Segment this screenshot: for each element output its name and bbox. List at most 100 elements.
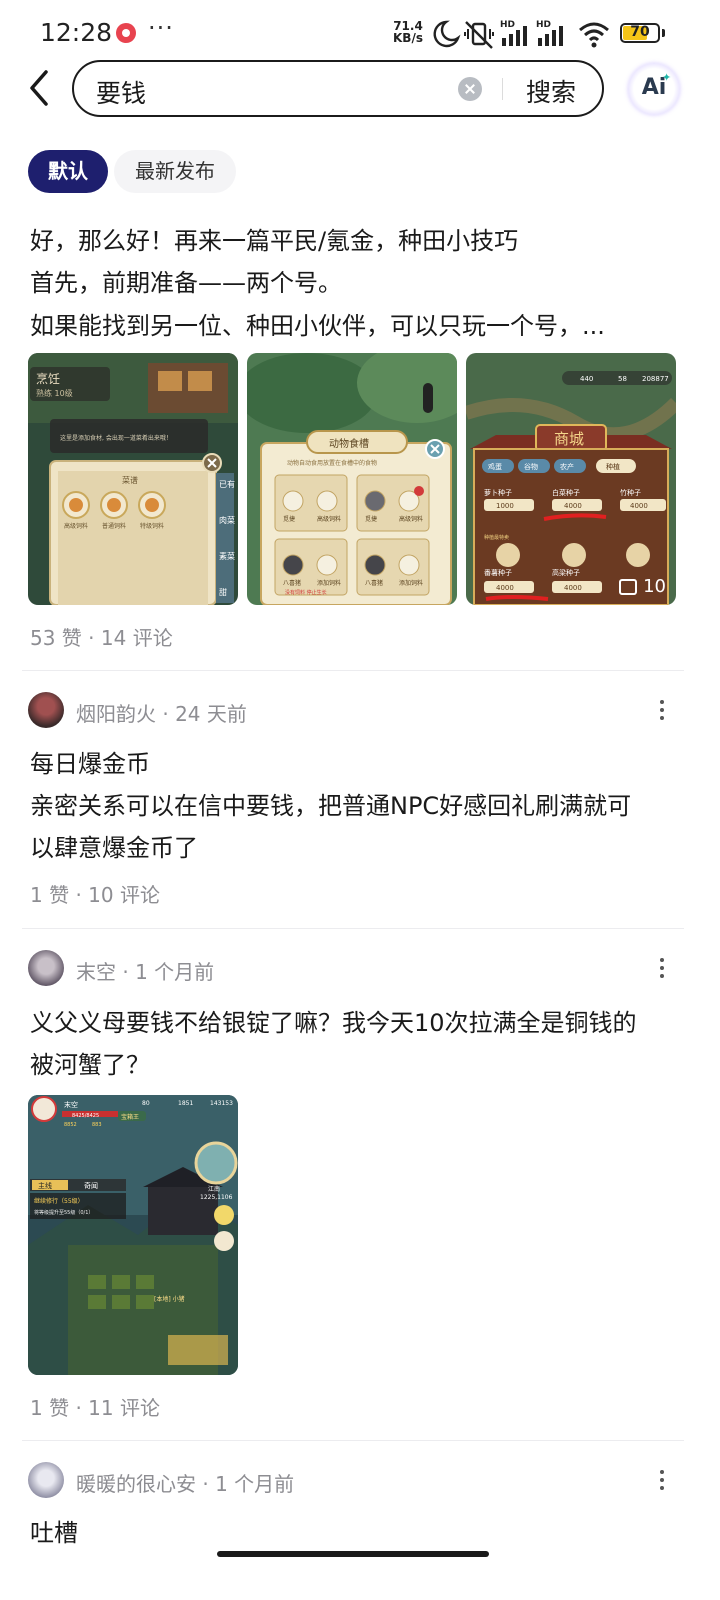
svg-text:1000: 1000 xyxy=(496,502,514,510)
post-image[interactable]: 烹饪 熟练 10级 这里是添加食材, 会出现一道菜肴出来哦！ 菜谱 高级饲料 普… xyxy=(28,353,238,605)
like-count[interactable]: 1 赞 xyxy=(30,1396,69,1420)
home-indicator[interactable] xyxy=(217,1551,489,1557)
svg-text:觅捷: 觅捷 xyxy=(365,515,377,523)
post-text-line: 以肆意爆金币了 xyxy=(30,834,198,862)
author-name[interactable]: 末空 xyxy=(76,960,116,984)
post-image[interactable]: 末空 8425/8425 8852 883 宝箱王 80 1851 143153… xyxy=(28,1095,238,1375)
ai-assistant-button[interactable]: Ai ✦ xyxy=(628,63,680,115)
network-speed-unit: KB/s xyxy=(393,31,423,45)
network-speed: 71.4 KB/s xyxy=(390,20,426,44)
svg-text:440: 440 xyxy=(580,375,593,383)
svg-text:竹种子: 竹种子 xyxy=(620,488,641,497)
comment-count[interactable]: 10 评论 xyxy=(88,883,160,907)
author-name[interactable]: 暖暖的很心安 xyxy=(76,1472,196,1496)
svg-text:高梁种子: 高梁种子 xyxy=(552,568,580,577)
svg-text:种植: 种植 xyxy=(606,462,620,471)
svg-text:高级饲料: 高级饲料 xyxy=(399,515,423,523)
post-text-line: 亲密关系可以在信中要钱，把普通NPC好感回礼刷满就可 xyxy=(30,792,632,820)
svg-text:动物食槽: 动物食槽 xyxy=(329,437,369,450)
divider xyxy=(22,928,684,929)
like-count[interactable]: 1 赞 xyxy=(30,883,69,907)
svg-text:菜谱: 菜谱 xyxy=(122,475,138,485)
post-image[interactable]: 动物食槽 动物自动食用放置在食槽中的食物 觅捷 高级饲料 觅捷 高级饲料 八喜猪… xyxy=(247,353,457,605)
avatar[interactable] xyxy=(28,950,64,986)
post-stats: 1 赞 · 10 评论 xyxy=(30,883,160,907)
more-options-icon[interactable] xyxy=(652,698,672,722)
svg-text:甜: 甜 xyxy=(219,587,227,597)
svg-text:萝卜种子: 萝卜种子 xyxy=(484,488,512,497)
svg-text:农产: 农产 xyxy=(560,462,574,471)
svg-text:高级饲料: 高级饲料 xyxy=(317,515,341,523)
like-count[interactable]: 53 赞 xyxy=(30,626,82,650)
svg-text:8425/8425: 8425/8425 xyxy=(72,1113,99,1119)
svg-text:4000: 4000 xyxy=(630,502,648,510)
vibrate-off-icon xyxy=(464,21,494,49)
search-button[interactable]: 搜索 xyxy=(526,73,576,109)
post-text-line: 被河蟹了？ xyxy=(30,1051,150,1079)
svg-text:奇闻: 奇闻 xyxy=(84,1181,98,1190)
post-time: 1 个月前 xyxy=(135,960,215,984)
svg-text:208877: 208877 xyxy=(642,375,669,383)
svg-text:1225,1106: 1225,1106 xyxy=(200,1194,233,1201)
sparkle-icon: ✦ xyxy=(662,71,672,84)
more-options-icon[interactable] xyxy=(652,956,672,980)
post-title: 每日爆金币 xyxy=(30,750,150,778)
tab-latest[interactable]: 最新发布 xyxy=(114,150,236,193)
author-name[interactable]: 烟阳韵火 xyxy=(76,702,156,726)
svg-text:烹饪: 烹饪 xyxy=(36,371,60,386)
svg-text:素菜: 素菜 xyxy=(219,551,235,561)
svg-text:8852: 8852 xyxy=(64,1122,77,1128)
svg-text:[本地] 小猪: [本地] 小猪 xyxy=(154,1295,185,1303)
avatar[interactable] xyxy=(28,1462,64,1498)
more-notifications-icon: ··· xyxy=(148,14,174,42)
svg-text:鸡蛋: 鸡蛋 xyxy=(488,462,502,471)
svg-text:八喜猪: 八喜猪 xyxy=(283,579,301,587)
avatar[interactable] xyxy=(28,692,64,728)
svg-text:143153: 143153 xyxy=(210,1100,233,1107)
svg-text:种植最特卖: 种植最特卖 xyxy=(484,534,509,541)
svg-text:动物自动食用放置在食槽中的食物: 动物自动食用放置在食槽中的食物 xyxy=(287,459,377,467)
author-line: 烟阳韵火 · 24 天前 xyxy=(76,702,247,726)
comment-count[interactable]: 11 评论 xyxy=(88,1396,160,1420)
svg-text:这里是添加食材, 会出现一道菜肴出来哦！: 这里是添加食材, 会出现一道菜肴出来哦！ xyxy=(60,434,172,442)
search-input[interactable]: 要钱 xyxy=(96,74,146,110)
signal-icon-2: HD xyxy=(536,20,563,46)
svg-text:已有: 已有 xyxy=(219,479,235,489)
tab-default-sort[interactable]: 默认 xyxy=(28,150,108,193)
svg-text:添加饲料: 添加饲料 xyxy=(317,579,341,587)
post-image[interactable]: 440 58 208877 商城 鸡蛋 谷物 农产 种植 萝卜种子 白菜种子 竹… xyxy=(466,353,676,605)
svg-text:没有饲料 停止生长: 没有饲料 停止生长 xyxy=(285,589,327,596)
clear-search-icon[interactable] xyxy=(458,77,482,101)
svg-text:白菜种子: 白菜种子 xyxy=(552,488,580,497)
author-line: 暖暖的很心安 · 1 个月前 xyxy=(76,1472,295,1496)
post-time: 24 天前 xyxy=(175,702,247,726)
status-icons: HD HD xyxy=(433,20,609,49)
svg-text:熟练 10级: 熟练 10级 xyxy=(36,388,73,398)
svg-text:觅捷: 觅捷 xyxy=(283,515,295,523)
status-time: 12:28 xyxy=(40,18,113,47)
svg-text:宝箱王: 宝箱王 xyxy=(121,1113,139,1121)
svg-text:HD: HD xyxy=(500,20,515,30)
svg-text:继续修行（55级）: 继续修行（55级） xyxy=(34,1197,84,1205)
svg-text:58: 58 xyxy=(618,375,627,383)
svg-text:4000: 4000 xyxy=(564,584,582,592)
post-title: 吐槽 xyxy=(30,1519,78,1547)
gallery-icon xyxy=(619,578,638,595)
post-text-line: 义父义母要钱不给银锭了嘛？我今天10次拉满全是铜钱的 xyxy=(30,1009,637,1037)
divider xyxy=(22,1440,684,1441)
svg-text:肉菜: 肉菜 xyxy=(219,515,235,525)
svg-text:商城: 商城 xyxy=(554,430,584,448)
battery-icon: 70 xyxy=(620,23,660,43)
more-options-icon[interactable] xyxy=(652,1468,672,1492)
comment-count[interactable]: 14 评论 xyxy=(101,626,173,650)
svg-text:80: 80 xyxy=(142,1100,150,1107)
image-count: 10 xyxy=(643,576,666,597)
search-bar: 要钱 搜索 xyxy=(72,60,604,117)
svg-text:谷物: 谷物 xyxy=(524,462,538,471)
svg-text:HD: HD xyxy=(536,20,551,30)
svg-text:4000: 4000 xyxy=(496,584,514,592)
back-button[interactable] xyxy=(22,68,58,108)
svg-text:主线: 主线 xyxy=(38,1181,52,1190)
moon-icon xyxy=(433,20,461,48)
post-text-line: 好，那么好！再来一篇平民/氪金，种田小技巧 xyxy=(30,227,519,255)
